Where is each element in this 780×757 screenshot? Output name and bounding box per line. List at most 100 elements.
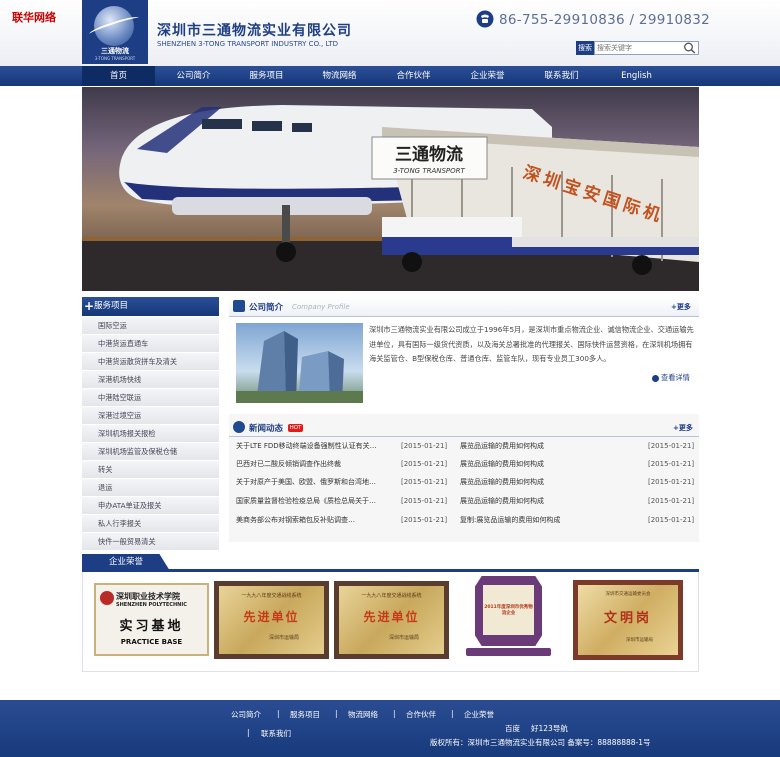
sidebar-item-return[interactable]: 退运 <box>82 479 219 497</box>
footer-separator: | <box>335 709 338 718</box>
sidebar-item-customs-declaration[interactable]: 深圳机场报关报检 <box>82 425 219 443</box>
nav-services[interactable]: 服务项目 <box>230 66 303 86</box>
nav-english[interactable]: English <box>600 66 673 86</box>
news-left-item[interactable]: 关于LTE FDD移动终端设备强制性认证有关… <box>236 437 396 455</box>
plaque-main-text: 文明岗 <box>603 611 652 626</box>
sidebar-item-express-trade[interactable]: 快件一般贸易清关 <box>82 533 219 551</box>
profile-title: 公司简介 <box>249 303 284 313</box>
news-right-date: [2015-01-21] <box>648 478 695 486</box>
news-left-date: [2015-01-21] <box>401 442 448 450</box>
footer-link-partners[interactable]: 合作伙伴 <box>406 709 436 720</box>
sidebar-item-airport-express[interactable]: 深港机场快线 <box>82 371 219 389</box>
sidebar-item-baggage[interactable]: 私人行李报关 <box>82 515 219 533</box>
arrow-circle-icon <box>652 374 659 382</box>
logo-subtext: 3-TONG TRANSPORT <box>94 56 136 61</box>
profile-detail-label: 查看详情 <box>661 373 690 382</box>
nav-about[interactable]: 公司简介 <box>157 66 230 86</box>
profile-detail-link[interactable]: 查看详情 <box>652 373 690 383</box>
news-right-date: [2015-01-21] <box>648 442 695 450</box>
footer-link-honors[interactable]: 企业荣誉 <box>464 709 494 720</box>
search-icon[interactable] <box>683 42 696 54</box>
honor-plaque[interactable]: 2011年度深圳市优秀物流企业 <box>461 576 556 660</box>
airplane-illustration: 三通物流 3-TONG TRANSPORT 深圳宝安国际机 <box>82 105 699 291</box>
news-left-date: [2015-01-21] <box>401 497 448 505</box>
plaque-bottom-text: PRACTICE BASE <box>120 638 183 646</box>
hot-badge: HOT <box>288 424 303 432</box>
plaque-top-text: 深圳职业技术学院 <box>116 592 180 601</box>
banner-sign-en: 3-TONG TRANSPORT <box>393 167 465 175</box>
news-left-item[interactable]: 国家质量监督检验检疫总局《质检总局关于… <box>236 492 396 510</box>
search-label: 搜索 <box>576 41 594 55</box>
news-left-date: [2015-01-21] <box>401 460 448 468</box>
plaque-top-text: 2011年度深圳市优秀物流企业 <box>484 605 533 616</box>
sidebar-item-hk-consolidation[interactable]: 中港货运散货拼车及清关 <box>82 353 219 371</box>
footer-friend-link[interactable]: 好123导航 <box>531 723 568 734</box>
news-left-date: [2015-01-21] <box>401 516 448 524</box>
phone-number: 86-755-29910836 / 29910832 <box>499 12 711 28</box>
footer-separator: | <box>393 709 396 718</box>
profile-image <box>236 323 363 403</box>
footer-separator: | <box>277 709 280 718</box>
footer-friend-link[interactable]: 百度 <box>505 723 520 734</box>
logo-text: 三通物流 <box>101 47 129 55</box>
sidebar-item-ata-carnet[interactable]: 申办ATA单证及报关 <box>82 497 219 515</box>
honor-plaque[interactable]: 深圳市交通运输委员会 文明岗 深圳市运输局 <box>573 580 683 660</box>
plaque-en-text: SHENZHEN POLYTECHNIC <box>116 602 187 608</box>
plaque-main-text: 实习基地 <box>119 619 184 634</box>
honor-plaque[interactable]: 一九九八年度交通战线系统 先进单位 深圳市运输局 <box>334 581 449 659</box>
news-right-date: [2015-01-21] <box>648 497 695 505</box>
profile-text: 深圳市三通物流实业有限公司成立于1996年5月，是深圳市重点物流企业、诚信物流企… <box>369 325 694 363</box>
news-right-item[interactable]: 复制:展览品运输的费用如何构成 <box>460 511 640 529</box>
plaque-main-text: 先进单位 <box>363 610 420 624</box>
footer-link-contact[interactable]: 联系我们 <box>261 728 291 739</box>
profile-subtitle: Company Profile <box>292 303 350 311</box>
building-icon <box>233 300 245 312</box>
news-right-date: [2015-01-21] <box>648 516 695 524</box>
footer-separator: | <box>451 709 454 718</box>
news-more-link[interactable]: +更多 <box>673 423 693 433</box>
phone-icon <box>476 10 494 28</box>
banner-sign-cn: 三通物流 <box>395 144 463 165</box>
nav-contact[interactable]: 联系我们 <box>525 66 598 86</box>
footer-separator: | <box>247 728 250 737</box>
sidebar-item-bonded-warehouse[interactable]: 深圳机场监管及保税仓储 <box>82 443 219 461</box>
plaque-bottom-text: 深圳市运输局 <box>626 638 653 643</box>
sidebar-item-hk-direct[interactable]: 中港货运直通车 <box>82 335 219 353</box>
plaque-main-text: 先进单位 <box>243 610 300 624</box>
hero-banner: 三通物流 3-TONG TRANSPORT 深圳宝安国际机 <box>82 87 699 291</box>
news-right-item[interactable]: 展览品运输的费用如何构成 <box>460 437 640 455</box>
news-title: 新闻动态 <box>249 424 284 434</box>
news-left-item[interactable]: 美商务部公布对钢索箱包反补贴调查… <box>236 511 396 529</box>
plaque-top-text: 一九九八年度交通战线系统 <box>361 593 422 599</box>
sidebar-list: 国际空运 中港货运直通车 中港货运散货拼车及清关 深港机场快线 中港陆空联运 深… <box>82 317 219 551</box>
profile-more-link[interactable]: +更多 <box>671 302 691 312</box>
plaque-top-text: 一九九八年度交通战线系统 <box>241 593 302 599</box>
nav-network[interactable]: 物流网络 <box>303 66 376 86</box>
nav-honors[interactable]: 企业荣誉 <box>451 66 524 86</box>
company-logo[interactable]: 三通物流 3-TONG TRANSPORT <box>82 0 148 64</box>
footer-link-network[interactable]: 物流网络 <box>348 709 378 720</box>
honor-plaque[interactable]: 一九九八年度交通战线系统 先进单位 深圳市运输局 <box>214 581 329 659</box>
news-left-item[interactable]: 关于对原产于美国、欧盟、俄罗斯和台湾地… <box>236 473 396 491</box>
footer-link-about[interactable]: 公司简介 <box>231 709 261 720</box>
footer-link-services[interactable]: 服务项目 <box>290 709 320 720</box>
plaque-top-text: 深圳市交通运输委员会 <box>605 592 651 597</box>
news-right-item[interactable]: 展览品运输的费用如何构成 <box>460 473 640 491</box>
nav-home[interactable]: 首页 <box>82 66 155 86</box>
sidebar-header: + 服务项目 <box>82 297 219 316</box>
news-right-item[interactable]: 展览品运输的费用如何构成 <box>460 492 640 510</box>
news-left-item[interactable]: 巴西对已二酸反倾销调查作出终裁 <box>236 455 396 473</box>
nav-partners[interactable]: 合作伙伴 <box>377 66 450 86</box>
sidebar-item-transit-air[interactable]: 深港过境空运 <box>82 407 219 425</box>
footer-copyright: 版权所有：深圳市三通物流实业有限公司 备案号：88888888-1号 <box>430 738 651 747</box>
news-right-item[interactable]: 展览品运输的费用如何构成 <box>460 455 640 473</box>
footer <box>0 700 780 757</box>
sidebar-item-land-air[interactable]: 中港陆空联运 <box>82 389 219 407</box>
sidebar-title: 服务项目 <box>94 301 129 311</box>
sidebar-item-air-freight[interactable]: 国际空运 <box>82 317 219 335</box>
sidebar-item-transfer[interactable]: 转关 <box>82 461 219 479</box>
company-name-cn: 深圳市三通物流实业有限公司 <box>157 23 352 39</box>
company-name-en: SHENZHEN 3-TONG TRANSPORT INDUSTRY CO., … <box>157 40 339 48</box>
honor-plaque[interactable]: 深圳职业技术学院 SHENZHEN POLYTECHNIC 实习基地 PRACT… <box>94 583 209 656</box>
corner-brand-text[interactable]: 联华网络 <box>12 9 56 25</box>
